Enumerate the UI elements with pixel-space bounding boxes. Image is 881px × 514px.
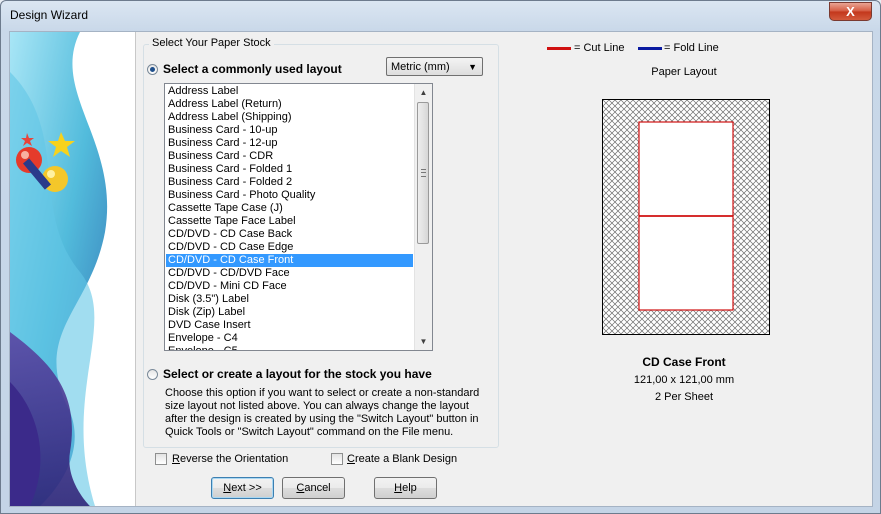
custom-layout-radio[interactable]	[147, 369, 158, 380]
list-item[interactable]: CD/DVD - CD/DVD Face	[166, 267, 413, 280]
magic-wand-icon	[16, 132, 75, 192]
vertical-scrollbar[interactable]: ▲ ▼	[414, 84, 432, 350]
layout-name: CD Case Front	[642, 355, 726, 369]
layout-listbox[interactable]: Address Label Address Label (Return) Addre…	[164, 83, 433, 351]
help-button[interactable]: Help	[374, 477, 437, 499]
list-item[interactable]: Business Card - Photo Quality	[166, 189, 413, 202]
next-button[interactable]: Next >>	[211, 477, 274, 499]
list-item[interactable]: Cassette Tape Face Label	[166, 215, 413, 228]
list-item[interactable]: CD/DVD - CD Case Front	[166, 254, 413, 267]
grip-icon	[421, 169, 426, 177]
common-layout-radio[interactable]	[147, 64, 158, 75]
layout-list: Address Label Address Label (Return) Addre…	[166, 85, 413, 350]
list-item[interactable]: Envelope - C5	[166, 345, 413, 350]
layout-diagram	[603, 100, 769, 334]
list-item[interactable]: Address Label	[166, 85, 413, 98]
list-item[interactable]: Business Card - CDR	[166, 150, 413, 163]
unit-select[interactable]: Metric (mm) ▼	[386, 57, 483, 76]
layout-per-sheet: 2 Per Sheet	[654, 391, 714, 403]
list-item[interactable]: CD/DVD - Mini CD Face	[166, 280, 413, 293]
blank-design-checkbox[interactable]	[331, 453, 343, 465]
close-icon: X	[846, 4, 855, 19]
scroll-up-icon[interactable]: ▲	[415, 84, 432, 101]
list-item[interactable]: CD/DVD - CD Case Back	[166, 228, 413, 241]
paper-layout-heading: Paper Layout	[651, 66, 717, 78]
list-item[interactable]: Business Card - Folded 2	[166, 176, 413, 189]
list-item[interactable]: Business Card - 10-up	[166, 124, 413, 137]
list-item[interactable]: CD/DVD - CD Case Edge	[166, 241, 413, 254]
dialog-client-area: Select Your Paper Stock Select a commonl…	[9, 31, 873, 507]
paper-stock-group-label: Select Your Paper Stock	[149, 37, 274, 49]
unit-select-value: Metric (mm)	[391, 61, 450, 73]
chevron-down-icon: ▼	[468, 62, 477, 72]
cut-line-legend: = Cut Line	[574, 42, 625, 54]
list-item[interactable]: Cassette Tape Case (J)	[166, 202, 413, 215]
reverse-orientation-label[interactable]: Reverse the Orientation	[172, 453, 288, 465]
blank-design-label[interactable]: Create a Blank Design	[347, 453, 457, 465]
window-title: Design Wizard	[10, 8, 89, 22]
wave-graphic	[10, 32, 135, 506]
list-item[interactable]: Business Card - 12-up	[166, 137, 413, 150]
list-item[interactable]: Envelope - C4	[166, 332, 413, 345]
list-item[interactable]: Address Label (Return)	[166, 98, 413, 111]
scroll-down-icon[interactable]: ▼	[415, 333, 432, 350]
list-item[interactable]: Address Label (Shipping)	[166, 111, 413, 124]
list-item[interactable]: Disk (3.5") Label	[166, 293, 413, 306]
common-layout-label[interactable]: Select a commonly used layout	[163, 62, 342, 76]
paper-layout-preview	[602, 99, 770, 335]
close-button[interactable]: X	[829, 2, 872, 21]
wizard-side-banner	[10, 32, 136, 506]
design-wizard-window: Design Wizard X Select Your Paper Stock …	[0, 0, 881, 514]
custom-layout-label[interactable]: Select or create a layout for the stock …	[163, 367, 432, 381]
fold-line-swatch	[638, 47, 662, 50]
fold-line-legend: = Fold Line	[664, 42, 719, 54]
custom-layout-description: Choose this option if you want to select…	[165, 387, 480, 438]
title-bar[interactable]: Design Wizard X	[1, 1, 880, 31]
cut-line-swatch	[547, 47, 571, 50]
layout-size: 121,00 x 121,00 mm	[633, 374, 735, 386]
list-item[interactable]: Business Card - Folded 1	[166, 163, 413, 176]
reverse-orientation-checkbox[interactable]	[155, 453, 167, 465]
list-item[interactable]: Disk (Zip) Label	[166, 306, 413, 319]
cancel-button[interactable]: Cancel	[282, 477, 345, 499]
list-item[interactable]: DVD Case Insert	[166, 319, 413, 332]
scroll-thumb[interactable]	[417, 102, 429, 244]
